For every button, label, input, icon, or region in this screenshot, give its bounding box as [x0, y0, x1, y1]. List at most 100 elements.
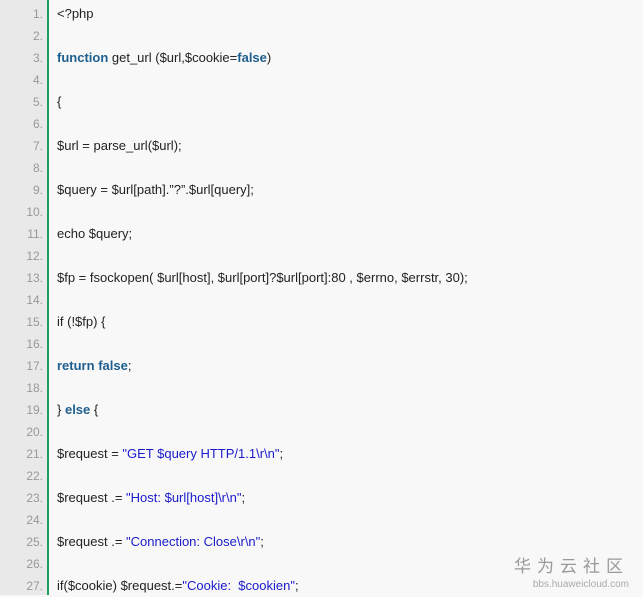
line-text: return false; — [47, 355, 131, 377]
line-number: 3. — [32, 51, 43, 65]
line-number: 26. — [26, 557, 43, 571]
line-text: $request .= "Host: $url[host]\r\n"; — [47, 487, 245, 509]
code-token: return — [57, 358, 95, 373]
line-text: } else { — [47, 399, 98, 421]
code-line: 6. — [0, 113, 643, 135]
line-number: 1. — [32, 7, 43, 21]
code-token: { — [57, 94, 62, 109]
code-block: 1. <?php 2. 3. function get_url ($url,$cooki… — [0, 3, 643, 597]
line-text: echo $query; — [47, 223, 132, 245]
code-token: echo $query; — [57, 226, 133, 241]
code-line: 16. — [0, 333, 643, 355]
code-line: 10. — [0, 201, 643, 223]
code-token: "Connection: Close\r\n" — [126, 534, 261, 549]
line-number: 9. — [32, 183, 43, 197]
line-text: if($cookie) $request.="Cookie: $cookien"… — [47, 575, 299, 597]
code-token: ; — [294, 578, 299, 593]
code-line: 5. { — [0, 91, 643, 113]
code-line: 4. — [0, 69, 643, 91]
line-text: if (!$fp) { — [47, 311, 105, 333]
code-token: ; — [279, 446, 284, 461]
line-number: 5. — [32, 95, 43, 109]
line-number: 25. — [26, 535, 43, 549]
code-line: 18. — [0, 377, 643, 399]
line-text: $fp = fsockopen( $url[host], $url[port]?… — [47, 267, 468, 289]
line-number: 8. — [32, 161, 43, 175]
code-token: ) — [266, 50, 272, 65]
line-text — [47, 465, 57, 487]
line-text — [47, 377, 57, 399]
code-line: 23. $request .= "Host: $url[host]\r\n"; — [0, 487, 643, 509]
line-text — [47, 289, 57, 311]
line-number: 24. — [26, 513, 43, 527]
code-token: $request .= — [57, 490, 127, 505]
line-number: 27. — [26, 579, 43, 593]
line-number: 14. — [26, 293, 43, 307]
line-number: 19. — [26, 403, 43, 417]
code-line: 1. <?php — [0, 3, 643, 25]
code-line: 13. $fp = fsockopen( $url[host], $url[por… — [0, 267, 643, 289]
code-line: 21. $request = "GET $query HTTP/1.1\r\n"; — [0, 443, 643, 465]
line-number: 7. — [32, 139, 43, 153]
code-line: 3. function get_url ($url,$cookie=false) — [0, 47, 643, 69]
line-number: 10. — [26, 205, 43, 219]
watermark-title: 华为云社区 — [514, 557, 629, 576]
line-text — [47, 509, 57, 531]
line-number: 16. — [26, 337, 43, 351]
line-number: 2. — [32, 29, 43, 43]
line-text: $request = "GET $query HTTP/1.1\r\n"; — [47, 443, 283, 465]
code-token: if (!$fp) { — [57, 314, 106, 329]
code-line: 15. if (!$fp) { — [0, 311, 643, 333]
line-text: { — [47, 91, 61, 113]
code-token: ; — [241, 490, 246, 505]
line-text — [47, 25, 57, 47]
code-token: "Host: $url[host]\r\n" — [126, 490, 242, 505]
line-text — [47, 245, 57, 267]
code-line: 24. — [0, 509, 643, 531]
code-line: 7. $url = parse_url($url); — [0, 135, 643, 157]
line-number: 11. — [27, 227, 43, 241]
code-token: function — [57, 50, 109, 65]
line-text: <?php — [47, 3, 94, 25]
line-number: 12. — [26, 249, 43, 263]
code-token: "GET $query HTTP/1.1\r\n" — [122, 446, 280, 461]
code-token: $request = — [57, 446, 123, 461]
code-line: 17. return false; — [0, 355, 643, 377]
line-number: 20. — [26, 425, 43, 439]
line-number: 17. — [26, 359, 43, 373]
code-token: ; — [127, 358, 132, 373]
code-line: 22. — [0, 465, 643, 487]
code-token: $request .= — [57, 534, 127, 549]
line-number: 4. — [32, 73, 43, 87]
line-number: 13. — [26, 271, 43, 285]
code-line: 12. — [0, 245, 643, 267]
code-token: $url = parse_url($url); — [57, 138, 182, 153]
line-number: 22. — [26, 469, 43, 483]
code-token: else — [64, 402, 91, 417]
line-text: function get_url ($url,$cookie=false) — [47, 47, 271, 69]
line-number: 6. — [32, 117, 43, 131]
code-token: false — [98, 358, 128, 373]
line-number: 15. — [26, 315, 43, 329]
line-text: $request .= "Connection: Close\r\n"; — [47, 531, 264, 553]
line-text — [47, 553, 57, 575]
code-token: <?php — [57, 6, 94, 21]
code-token: ; — [260, 534, 264, 549]
line-text: $url = parse_url($url); — [47, 135, 182, 157]
code-line: 2. — [0, 25, 643, 47]
code-line: 25. $request .= "Connection: Close\r\n"; — [0, 531, 643, 553]
line-text — [47, 333, 57, 355]
code-token: } — [57, 402, 65, 417]
code-token: "Cookie: $cookien" — [182, 578, 295, 593]
code-line: 9. $query = $url[path].”?”.$url[query]; — [0, 179, 643, 201]
line-number: 18. — [26, 381, 43, 395]
code-line: 11. echo $query; — [0, 223, 643, 245]
line-text — [47, 113, 57, 135]
code-line: 19.} else { — [0, 399, 643, 421]
code-token: { — [90, 402, 99, 417]
code-token: if($cookie) $request.= — [57, 578, 183, 593]
code-token: false — [237, 50, 267, 65]
code-token: $query = $url[path].”?”.$url[query]; — [57, 182, 254, 197]
line-text — [47, 421, 57, 443]
line-text — [47, 201, 57, 223]
